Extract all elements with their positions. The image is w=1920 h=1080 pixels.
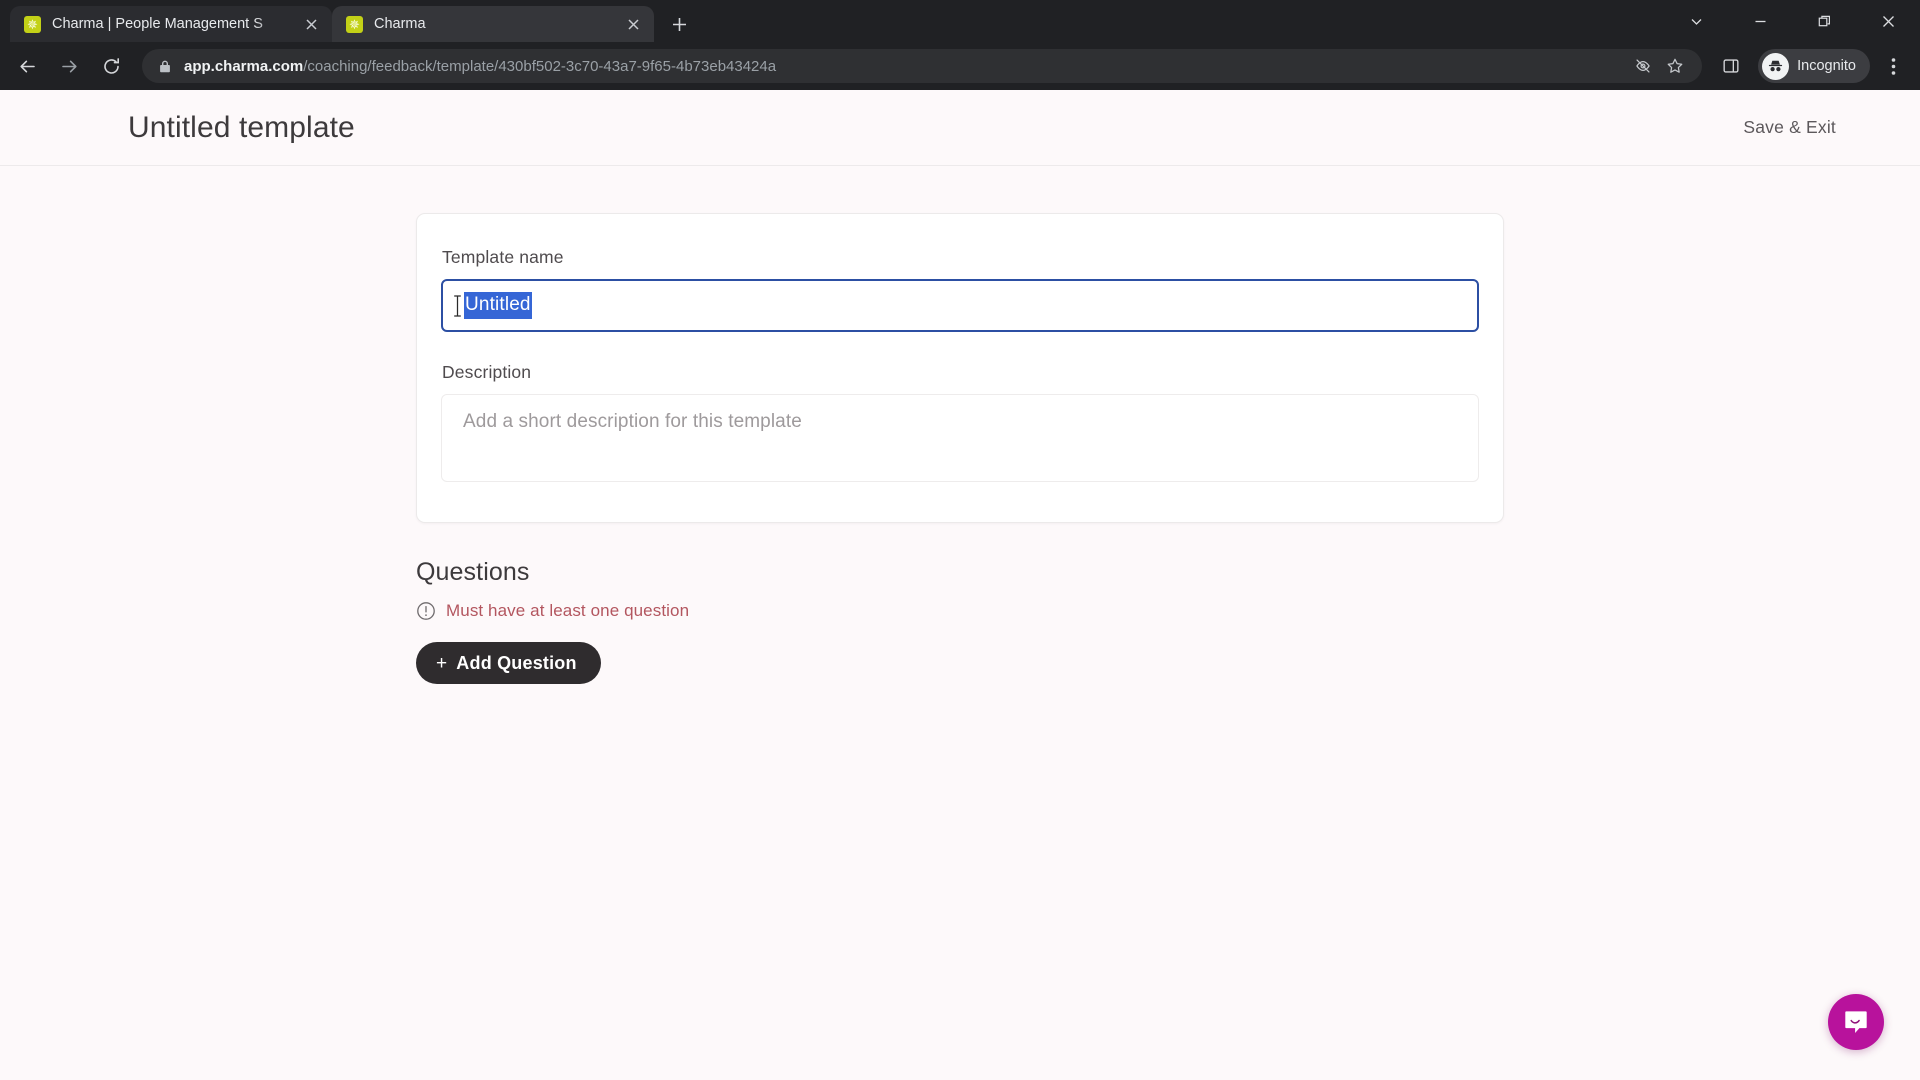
eye-slash-icon[interactable] xyxy=(1628,51,1658,81)
tab-strip: ✵ Charma | People Management S ✵ Charma xyxy=(0,0,1920,42)
tab-title: Charma | People Management S xyxy=(52,16,263,32)
plus-icon: + xyxy=(436,652,448,674)
description-placeholder: Add a short description for this templat… xyxy=(463,411,802,432)
alert-circle-icon xyxy=(416,601,436,621)
url-host: app.charma.com xyxy=(184,57,304,75)
browser-toolbar: app.charma.com/coaching/feedback/templat… xyxy=(0,42,1920,90)
side-panel-icon[interactable] xyxy=(1712,47,1750,85)
charma-star-favicon: ✵ xyxy=(346,15,363,33)
back-arrow-icon[interactable] xyxy=(8,47,46,85)
maximize-icon[interactable] xyxy=(1792,0,1856,42)
page-content: Template name Untitled Description Add a… xyxy=(0,166,1920,684)
window-controls xyxy=(1664,0,1920,42)
page-header: Untitled template Save & Exit xyxy=(0,90,1920,166)
page-viewport: Untitled template Save & Exit Template n… xyxy=(0,90,1920,1080)
save-and-exit-button[interactable]: Save & Exit xyxy=(1739,111,1840,144)
close-icon[interactable] xyxy=(622,13,644,35)
intercom-chat-icon xyxy=(1845,1011,1867,1033)
template-name-label: Template name xyxy=(442,247,564,267)
url-text: app.charma.com/coaching/feedback/templat… xyxy=(184,58,1616,75)
omnibox-actions xyxy=(1628,51,1690,81)
close-icon[interactable] xyxy=(1856,0,1920,42)
description-label: Description xyxy=(442,362,532,382)
kebab-menu-icon[interactable] xyxy=(1876,47,1910,85)
template-name-input[interactable]: Untitled xyxy=(441,279,1479,332)
text-cursor-icon xyxy=(452,293,463,319)
charma-star-favicon: ✵ xyxy=(24,15,41,33)
add-question-button[interactable]: + Add Question xyxy=(416,642,601,684)
address-bar[interactable]: app.charma.com/coaching/feedback/templat… xyxy=(142,49,1703,83)
incognito-profile-chip[interactable]: Incognito xyxy=(1758,49,1870,83)
intercom-chat-launcher[interactable] xyxy=(1828,994,1884,1050)
forward-arrow-icon[interactable] xyxy=(50,47,88,85)
browser-window: ✵ Charma | People Management S ✵ Charma xyxy=(0,0,1920,1080)
star-icon[interactable] xyxy=(1660,51,1690,81)
new-tab-button[interactable] xyxy=(662,7,696,41)
url-path: /coaching/feedback/template/430bf502-3c7… xyxy=(303,57,777,75)
close-icon[interactable] xyxy=(300,13,322,35)
description-input[interactable]: Add a short description for this templat… xyxy=(441,394,1479,482)
questions-error-text: Must have at least one question xyxy=(446,601,690,620)
questions-heading: Questions xyxy=(416,558,530,586)
minimize-icon[interactable] xyxy=(1728,0,1792,42)
lock-icon xyxy=(158,59,172,73)
template-details-card: Template name Untitled Description Add a… xyxy=(416,213,1504,523)
questions-section: Questions Must have at least one questio… xyxy=(416,558,1504,684)
browser-tab-1[interactable]: ✵ Charma | People Management S xyxy=(10,6,332,42)
template-name-value: Untitled xyxy=(464,292,532,319)
browser-tab-2[interactable]: ✵ Charma xyxy=(332,6,654,42)
questions-error: Must have at least one question xyxy=(416,601,1504,621)
incognito-hat-icon xyxy=(1762,52,1790,80)
tab-search-chevron-down-icon[interactable] xyxy=(1664,0,1728,42)
incognito-label: Incognito xyxy=(1797,58,1856,74)
reload-icon[interactable] xyxy=(92,47,130,85)
add-question-label: Add Question xyxy=(456,652,577,673)
page-title: Untitled template xyxy=(128,110,355,144)
tab-title: Charma xyxy=(374,16,426,32)
